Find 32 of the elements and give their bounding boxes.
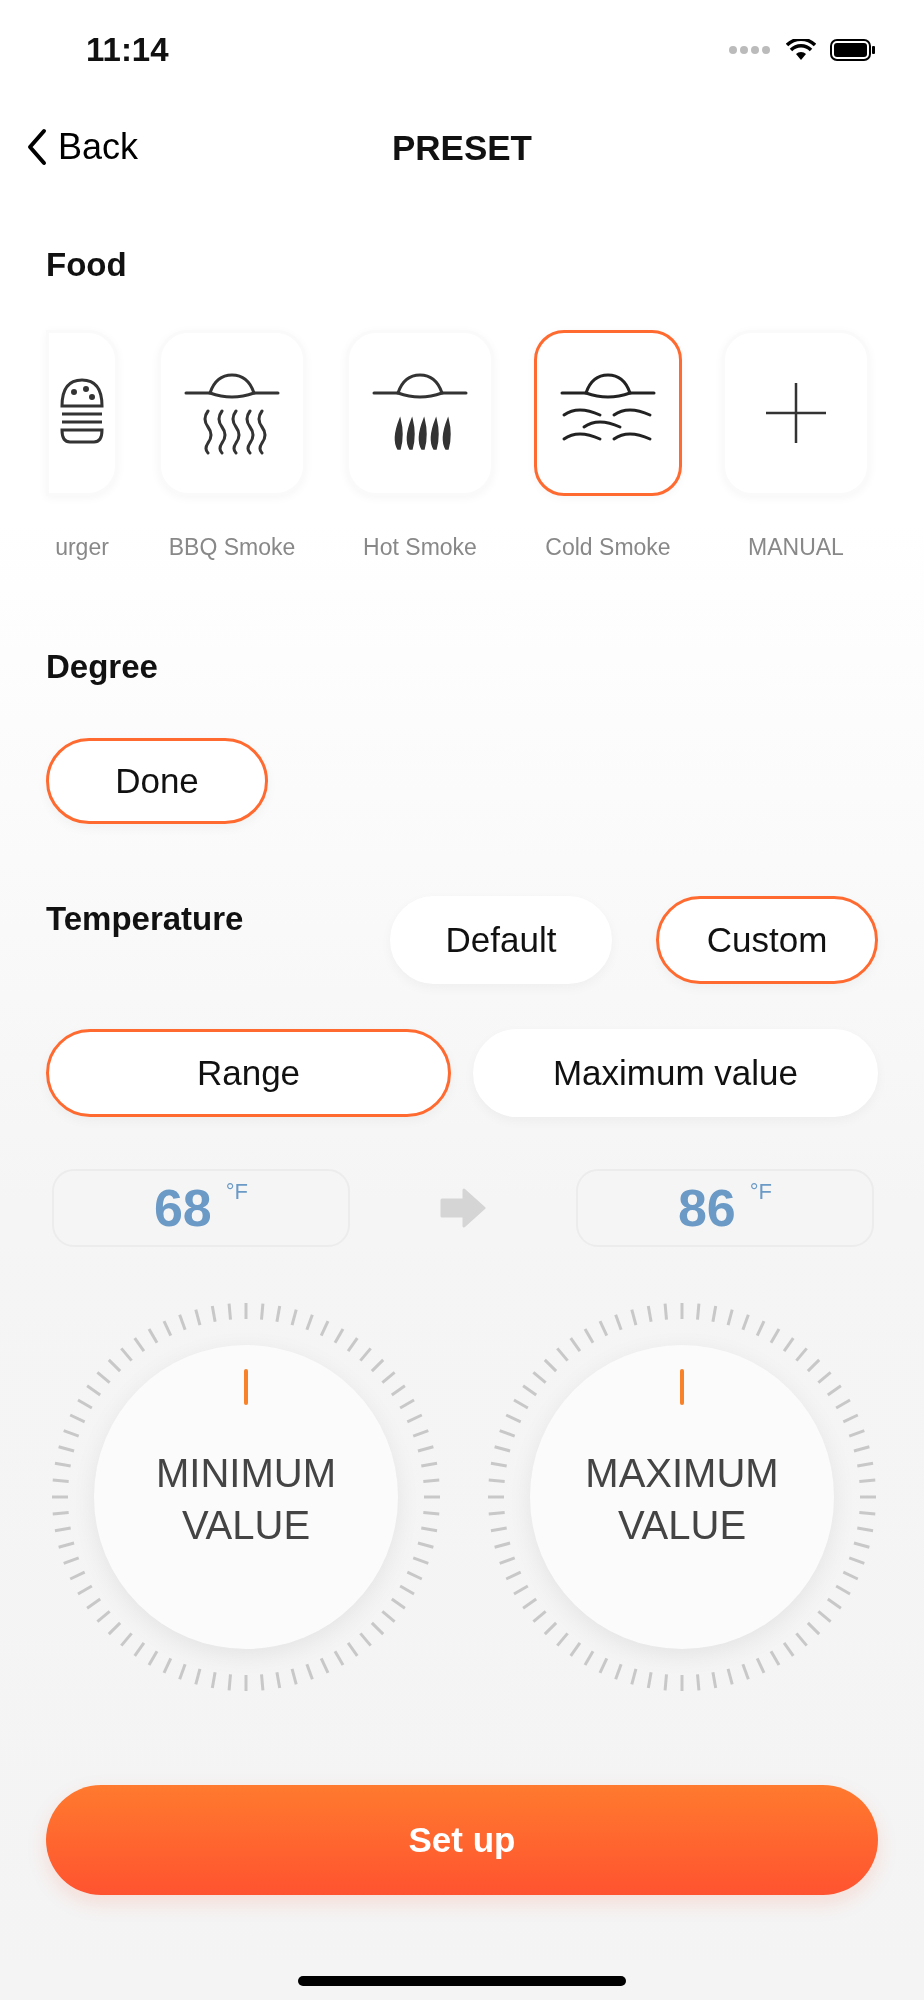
section-heading: Degree (46, 648, 159, 686)
indicator-icon (244, 1369, 248, 1405)
dial-knob[interactable]: MINIMUM VALUE (94, 1345, 398, 1649)
degree-option[interactable]: Done (46, 738, 268, 824)
signal-icon (728, 45, 772, 55)
indicator-icon (680, 1369, 684, 1405)
section-heading: Food (46, 246, 128, 284)
status-time: 11:14 (86, 31, 169, 69)
dial-knob[interactable]: MAXIMUM VALUE (530, 1345, 834, 1649)
value-field: 68 °F (52, 1169, 350, 1247)
mode-toggle[interactable]: Default (390, 896, 612, 984)
food-label: Cold Smoke (545, 534, 671, 561)
value-field: 86 °F (576, 1169, 874, 1247)
dial-label: MAXIMUM VALUE (584, 1450, 780, 1549)
wifi-icon (786, 39, 816, 61)
chevron-icon (26, 127, 48, 167)
page-title: PRESET (391, 128, 532, 168)
section-heading: Temperature (46, 900, 244, 938)
food-label: MANUAL (748, 534, 844, 561)
type-toggle[interactable]: Range (46, 1029, 451, 1117)
type-toggle[interactable]: Maximum value (473, 1029, 878, 1117)
food-label: BBQ Smoke (168, 534, 296, 561)
mode-toggle[interactable]: Custom (656, 896, 878, 984)
food-label: urger (55, 534, 109, 561)
food-label: Hot Smoke (363, 534, 477, 561)
battery-icon (830, 39, 876, 61)
smoke-icon (182, 371, 282, 455)
plus-icon (764, 381, 828, 445)
dial-label: MINIMUM VALUE (155, 1450, 337, 1549)
food-option[interactable] (534, 330, 682, 496)
back-button[interactable]: Back (26, 126, 139, 168)
arrow-icon (440, 1188, 486, 1228)
